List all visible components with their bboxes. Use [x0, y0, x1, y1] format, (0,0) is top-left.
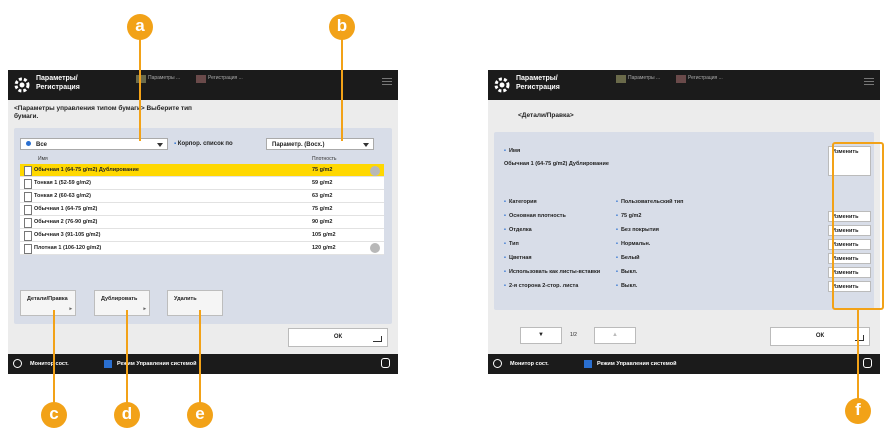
- callout-b-line: [341, 38, 343, 141]
- settings-gear-icon: [494, 77, 510, 93]
- scroll-down-button[interactable]: [370, 243, 380, 253]
- arrow-icon: ▸: [69, 306, 72, 312]
- status-monitor-icon: [493, 359, 502, 368]
- delete-button[interactable]: Удалить: [167, 290, 223, 316]
- chevron-down-icon: [363, 143, 369, 147]
- col-header-weight: Плотность: [312, 156, 337, 162]
- filter-all-dropdown[interactable]: Все: [20, 138, 168, 150]
- prop-label: • Использовать как листы-вставки: [504, 269, 601, 275]
- arrow-icon: ▸: [143, 306, 146, 312]
- callout-e-line: [199, 310, 201, 410]
- prop-value: • 75 g/m2: [616, 213, 642, 219]
- prop-value: • Белый: [616, 255, 640, 261]
- sort-dropdown[interactable]: Параметр. (Восх.): [266, 138, 374, 150]
- ok-button[interactable]: ОК: [770, 327, 870, 346]
- prop-value: • Пользовательский тип: [616, 199, 684, 205]
- custom-list-label: ▪ Корпор. список по: [174, 141, 233, 147]
- status-bar: Монитор сост. Режим Управления системой: [8, 354, 398, 374]
- left-screen: Параметры/ Регистрация Параметры ... Рег…: [8, 70, 398, 374]
- return-icon: [373, 336, 382, 342]
- network-icon[interactable]: [863, 358, 872, 368]
- table-row[interactable]: Обычная 2 (76-90 g/m2) 90 g/m2: [20, 216, 384, 229]
- name-label: • Имя: [504, 148, 521, 154]
- prop-label: • Основная плотность: [504, 213, 566, 219]
- paper-icon: [24, 231, 32, 241]
- triangle-up-icon: ▲: [612, 332, 618, 338]
- callout-c: c: [41, 402, 67, 428]
- callout-a: a: [127, 14, 153, 40]
- callout-d-line: [126, 310, 128, 410]
- header-settings-shortcut[interactable]: Параметры ...: [616, 75, 660, 83]
- prop-label: • Тип: [504, 241, 519, 247]
- table-row[interactable]: Тонкая 2 (60-63 g/m2) 63 g/m2: [20, 190, 384, 203]
- prop-value: • Нормальн.: [616, 241, 651, 247]
- system-mode-label: Режим Управления системой: [597, 361, 677, 367]
- left-header: Параметры/ Регистрация Параметры ... Рег…: [8, 70, 398, 100]
- register-shortcut-icon: [196, 75, 206, 83]
- prop-label: • Отделка: [504, 227, 532, 233]
- status-bar: Монитор сост. Режим Управления системой: [488, 354, 880, 374]
- system-mode-label: Режим Управления системой: [117, 361, 197, 367]
- prop-label: • 2-я сторона 2-стор. листа: [504, 283, 579, 289]
- paper-icon: [24, 166, 32, 176]
- table-row[interactable]: Тонкая 1 (52-59 g/m2) 59 g/m2: [20, 177, 384, 190]
- page-down-button[interactable]: ▼: [520, 327, 562, 344]
- callout-a-line: [139, 38, 141, 141]
- scroll-up-button[interactable]: [370, 166, 380, 176]
- triangle-down-icon: ▼: [538, 332, 544, 338]
- header-register-shortcut[interactable]: Регистрация ...: [676, 75, 723, 83]
- right-screen: Параметры/ Регистрация Параметры ... Рег…: [488, 70, 880, 374]
- paper-icon: [24, 244, 32, 254]
- prop-label: • Цветная: [504, 255, 532, 261]
- callout-f-line: [857, 310, 859, 400]
- table-row[interactable]: Обычная 1 (64-75 g/m2) Дублирование 75 g/…: [20, 164, 384, 177]
- callout-e: e: [187, 402, 213, 428]
- details-subtitle: <Детали/Правка>: [518, 112, 574, 119]
- paper-icon: [24, 179, 32, 189]
- system-mode-icon: [104, 360, 112, 368]
- menu-icon[interactable]: [382, 76, 392, 90]
- instructions: <Параметры управления типом бумаги> Выбе…: [14, 105, 192, 120]
- callout-f-highlight: [832, 142, 884, 310]
- callout-b: b: [329, 14, 355, 40]
- paper-icon: [24, 205, 32, 215]
- header-title: Параметры/ Регистрация: [516, 75, 560, 91]
- prop-value: • Выкл.: [616, 269, 638, 275]
- table-row[interactable]: Плотная 1 (106-120 g/m2) 120 g/m2: [20, 242, 384, 255]
- header-title: Параметры/ Регистрация: [36, 75, 80, 91]
- name-value: Обычная 1 (64-75 g/m2) Дублирование: [504, 161, 609, 167]
- table-row[interactable]: Обычная 3 (91-105 g/m2) 105 g/m2: [20, 229, 384, 242]
- page-indicator: 1/2: [570, 332, 577, 338]
- system-mode-icon: [584, 360, 592, 368]
- col-header-name: Имя: [38, 156, 48, 162]
- chevron-down-icon: [157, 143, 163, 147]
- menu-icon[interactable]: [864, 76, 874, 90]
- settings-shortcut-icon: [616, 75, 626, 83]
- prop-value: • Без покрытия: [616, 227, 659, 233]
- duplicate-button[interactable]: Дублировать ▸: [94, 290, 150, 316]
- table-row[interactable]: Обычная 1 (64-75 g/m2) 75 g/m2: [20, 203, 384, 216]
- status-monitor-button[interactable]: Монитор сост.: [510, 361, 549, 367]
- paper-icon: [24, 192, 32, 202]
- header-settings-shortcut[interactable]: Параметры ...: [136, 75, 180, 83]
- settings-gear-icon: [14, 77, 30, 93]
- page-up-button[interactable]: ▲: [594, 327, 636, 344]
- filter-radio-icon: [26, 141, 31, 146]
- prop-value: • Выкл.: [616, 283, 638, 289]
- callout-d: d: [114, 402, 140, 428]
- settings-shortcut-icon: [136, 75, 146, 83]
- register-shortcut-icon: [676, 75, 686, 83]
- callout-c-line: [53, 310, 55, 410]
- header-register-shortcut[interactable]: Регистрация ...: [196, 75, 243, 83]
- right-header: Параметры/ Регистрация Параметры ... Рег…: [488, 70, 880, 100]
- paper-icon: [24, 218, 32, 228]
- prop-label: • Категория: [504, 199, 537, 205]
- details-edit-button[interactable]: Детали/Правка ▸: [20, 290, 76, 316]
- status-monitor-button[interactable]: Монитор сост.: [30, 361, 69, 367]
- callout-f: f: [845, 398, 871, 424]
- network-icon[interactable]: [381, 358, 390, 368]
- status-monitor-icon: [13, 359, 22, 368]
- ok-button[interactable]: ОК: [288, 328, 388, 347]
